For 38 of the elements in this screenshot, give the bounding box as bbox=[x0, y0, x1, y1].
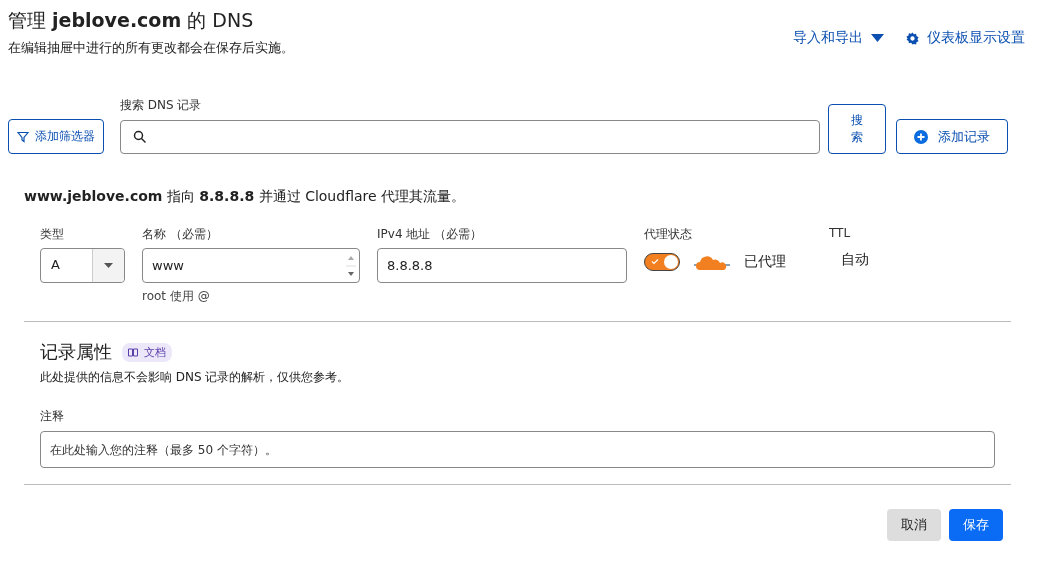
book-icon bbox=[128, 347, 138, 357]
section-title: 记录属性 bbox=[40, 340, 112, 364]
type-select[interactable]: A bbox=[40, 248, 125, 283]
proxy-status-label: 代理状态 bbox=[644, 226, 693, 243]
search-label: 搜索 DNS 记录 bbox=[120, 97, 203, 114]
settings-icon bbox=[906, 31, 919, 45]
page-subtitle: 在编辑抽屉中进行的所有更改都会在保存后实施。 bbox=[8, 39, 294, 57]
search-button[interactable]: 搜索 bbox=[828, 104, 886, 154]
caret-icon bbox=[871, 34, 884, 42]
add-filter-button[interactable]: 添加筛选器 bbox=[8, 119, 104, 154]
search-icon bbox=[133, 130, 147, 144]
ttl-label: TTL bbox=[829, 226, 852, 240]
section-description: 此处提供的信息不会影响 DNS 记录的解析，仅供您参考。 bbox=[40, 369, 351, 386]
import-export-link[interactable]: 导入和导出 bbox=[793, 28, 884, 48]
check-icon bbox=[651, 257, 659, 265]
search-field[interactable] bbox=[120, 120, 820, 154]
plus-circle-icon bbox=[914, 129, 928, 144]
ipv4-label: IPv4 地址 （必需） bbox=[377, 226, 484, 243]
page-title: 管理 jeblove.com 的 DNS bbox=[8, 8, 255, 33]
ipv4-field[interactable]: 8.8.8.8 bbox=[377, 248, 627, 283]
name-hint: root 使用 @ bbox=[142, 288, 211, 305]
ttl-value: 自动 bbox=[841, 251, 869, 269]
caret-icon bbox=[104, 263, 113, 268]
proxy-toggle[interactable] bbox=[644, 252, 680, 271]
name-field[interactable]: www bbox=[142, 248, 360, 283]
proxy-status: 已代理 bbox=[744, 252, 786, 271]
cloud-icon bbox=[694, 253, 730, 270]
type-label: 类型 bbox=[40, 226, 65, 243]
name-label: 名称 （必需） bbox=[142, 226, 219, 243]
filter-icon bbox=[17, 130, 29, 143]
add-record-button[interactable]: 添加记录 bbox=[896, 119, 1008, 154]
record-summary: www.jeblove.com 指向 8.8.8.8 并通过 Cloudflare 代理其流量。 bbox=[24, 188, 467, 206]
comment-field[interactable]: 在此处输入您的注释（最多 50 个字符）。 bbox=[40, 431, 995, 468]
save-button[interactable]: 保存 bbox=[949, 509, 1003, 541]
display-settings-link[interactable]: 仪表板显示设置 bbox=[906, 28, 1025, 48]
cancel-button[interactable]: 取消 bbox=[887, 509, 941, 541]
comment-label: 注释 bbox=[40, 408, 65, 425]
docs-link[interactable]: 文档 bbox=[122, 342, 172, 362]
